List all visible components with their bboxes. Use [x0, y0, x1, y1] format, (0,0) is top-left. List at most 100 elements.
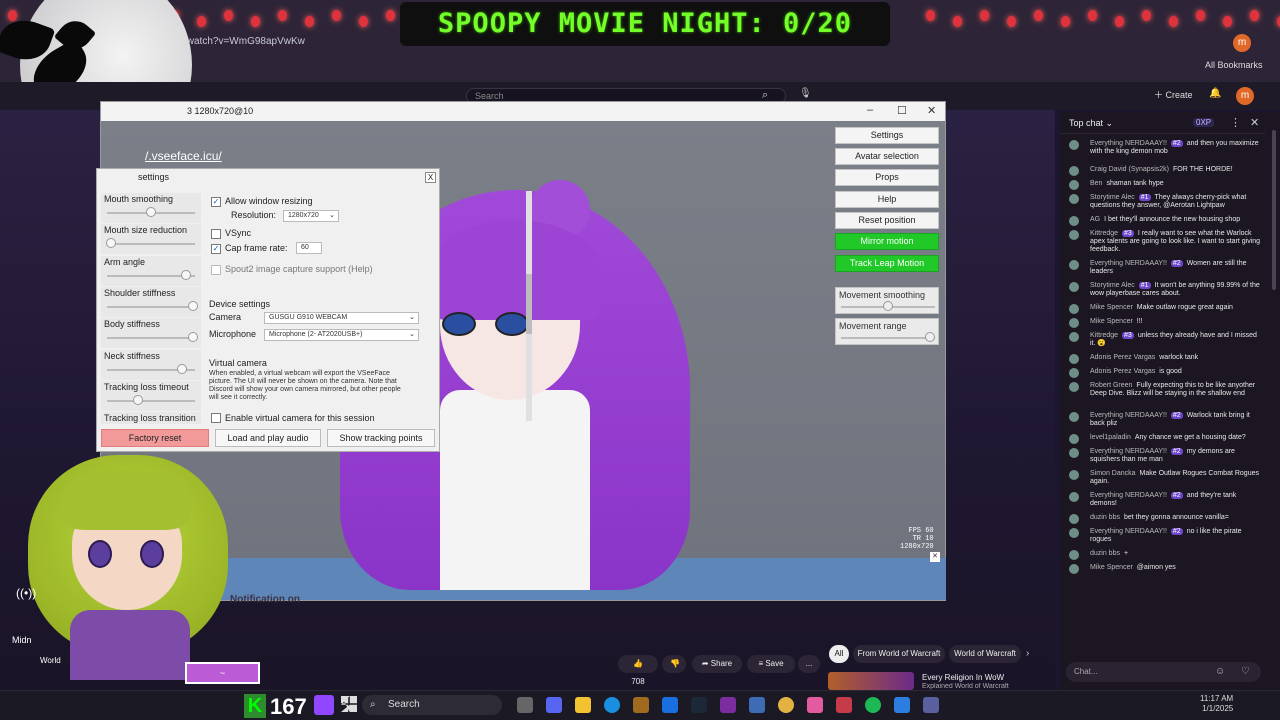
slider-knob[interactable] [188, 332, 199, 342]
chat-avatar[interactable] [1069, 492, 1079, 502]
chat-avatar[interactable] [1069, 216, 1079, 226]
taskbar-search[interactable]: ⌕ Search [362, 695, 502, 715]
app-icon[interactable] [894, 697, 910, 713]
chip-wow[interactable]: World of Warcraft [949, 645, 1021, 663]
chat-author[interactable]: Everything NERDAAAY!! [1090, 492, 1167, 499]
body-stiffness-slider[interactable]: Body stiffness [101, 318, 201, 348]
minimize-icon[interactable]: – [867, 104, 873, 116]
app-icon[interactable] [807, 697, 823, 713]
arm-angle-slider[interactable]: Arm angle [101, 256, 201, 286]
spotify-icon[interactable] [865, 697, 881, 713]
top-chat-dropdown[interactable]: Top chat ⌄ [1069, 118, 1113, 129]
chat-author[interactable]: AG [1090, 216, 1100, 223]
chip-from-wow[interactable]: From World of Warcraft [853, 645, 945, 663]
chat-avatar[interactable] [1069, 260, 1079, 270]
spout-help-link[interactable]: (Help) [348, 264, 373, 274]
vsync-checkbox[interactable] [211, 229, 221, 239]
chat-author[interactable]: Robert Green [1090, 382, 1132, 389]
slider-knob[interactable] [146, 207, 156, 217]
like-button[interactable]: 👍 708 [618, 655, 658, 686]
battlenet-icon[interactable] [662, 697, 678, 713]
chat-avatar[interactable] [1069, 470, 1079, 480]
chat-author[interactable]: Everything NERDAAAY!! [1090, 412, 1167, 419]
notifications-bell-icon[interactable]: 🔔 [1209, 88, 1221, 99]
chat-author[interactable]: Simon Dancka [1090, 470, 1136, 477]
steam-icon[interactable] [691, 697, 707, 713]
shoulder-stiffness-slider[interactable]: Shoulder stiffness [101, 287, 201, 317]
slider-knob[interactable] [106, 238, 117, 248]
system-clock[interactable]: 11:17 AM 1/1/2025 [1200, 694, 1233, 714]
viewport-close-icon[interactable]: ✕ [930, 552, 940, 562]
factory-reset-button[interactable]: Factory reset [101, 429, 209, 447]
twitch-icon[interactable] [314, 695, 334, 715]
task-view-icon[interactable] [517, 697, 533, 713]
chat-author[interactable]: Mike Spencer [1090, 304, 1133, 311]
settings-close-button[interactable]: X [425, 172, 436, 183]
resolution-select[interactable]: 1280x720 ⌄ [283, 210, 339, 222]
chat-avatar[interactable] [1069, 332, 1079, 342]
chrome-icon[interactable] [778, 697, 794, 713]
save-button[interactable]: ≡ Save [747, 655, 795, 673]
chat-input[interactable]: Chat... [1066, 662, 1261, 682]
channel-points-badge[interactable]: 0XP [1193, 118, 1215, 127]
maximize-icon[interactable]: ☐ [897, 104, 907, 117]
chat-avatar[interactable] [1069, 448, 1079, 458]
props-button[interactable]: Props [835, 169, 939, 186]
chat-avatar[interactable] [1069, 166, 1079, 176]
microphone-select[interactable]: Microphone (2- AT2020USB+) ⌄ [264, 329, 419, 341]
more-actions-button[interactable]: ... [798, 655, 820, 673]
chevron-right-icon[interactable]: › [1026, 648, 1029, 659]
emoji-icon[interactable]: ☺ [1215, 666, 1225, 677]
slider-knob[interactable] [132, 395, 143, 405]
chat-avatar[interactable] [1069, 194, 1079, 204]
wow-icon[interactable] [633, 697, 649, 713]
load-play-audio-button[interactable]: Load and play audio [215, 429, 321, 447]
chat-avatar[interactable] [1069, 368, 1079, 378]
vseeface-url-link[interactable]: /.vseeface.icu/ [145, 149, 222, 163]
chat-author[interactable]: level1paladin [1090, 434, 1131, 441]
app-icon[interactable] [749, 697, 765, 713]
chat-avatar[interactable] [1069, 382, 1079, 392]
allow-resizing-checkbox[interactable]: ✓ [211, 197, 221, 207]
chat-avatar[interactable] [1069, 230, 1079, 240]
discord-icon[interactable] [546, 697, 562, 713]
chat-avatar[interactable] [1069, 354, 1079, 364]
chat-avatar[interactable] [1069, 434, 1079, 444]
chat-avatar[interactable] [1069, 140, 1079, 150]
app-w-icon[interactable] [720, 697, 736, 713]
avatar-selection-button[interactable]: Avatar selection [835, 148, 939, 165]
movement-range-slider[interactable]: Movement range [835, 318, 939, 345]
vseeface-taskbar-icon[interactable] [923, 697, 939, 713]
chat-avatar[interactable] [1069, 282, 1079, 292]
cap-frame-rate-checkbox[interactable]: ✓ [211, 244, 221, 254]
chat-author[interactable]: Craig David (Synapsis2k) [1090, 166, 1169, 173]
more-options-icon[interactable]: ⋮ [1230, 116, 1241, 129]
chat-author[interactable]: Mike Spencer [1090, 564, 1133, 571]
chat-avatar[interactable] [1069, 180, 1079, 190]
chip-all[interactable]: All [829, 645, 849, 663]
chat-author[interactable]: Everything NERDAAAY!! [1090, 528, 1167, 535]
mouth-size-reduction-slider[interactable]: Mouth size reduction [101, 224, 201, 254]
enable-virtual-camera-checkbox[interactable] [211, 413, 221, 423]
chat-avatar[interactable] [1069, 528, 1079, 538]
chat-avatar[interactable] [1069, 564, 1079, 574]
chat-author[interactable]: Ben [1090, 180, 1102, 187]
file-explorer-icon[interactable] [575, 697, 591, 713]
chat-avatar[interactable] [1069, 304, 1079, 314]
user-avatar[interactable]: m [1236, 87, 1254, 105]
chat-author[interactable]: Adonis Perez Vargas [1090, 354, 1155, 361]
tracking-loss-transition-slider[interactable]: Tracking loss transition [101, 412, 201, 424]
slider-knob[interactable] [181, 270, 192, 280]
movement-smoothing-slider[interactable]: Movement smoothing [835, 287, 939, 314]
mouth-smoothing-slider[interactable]: Mouth smoothing [101, 193, 201, 223]
all-bookmarks-link[interactable]: All Bookmarks [1205, 60, 1263, 70]
chat-author[interactable]: Kittredge [1090, 332, 1118, 339]
slider-knob[interactable] [176, 364, 187, 374]
share-button[interactable]: ➦ Share [692, 655, 742, 673]
spout-checkbox[interactable] [211, 265, 221, 275]
chat-avatar[interactable] [1069, 514, 1079, 524]
chat-avatar[interactable] [1069, 412, 1079, 422]
edge-icon[interactable] [604, 697, 620, 713]
slider-knob[interactable] [883, 301, 893, 311]
close-chat-icon[interactable]: ✕ [1250, 116, 1259, 129]
